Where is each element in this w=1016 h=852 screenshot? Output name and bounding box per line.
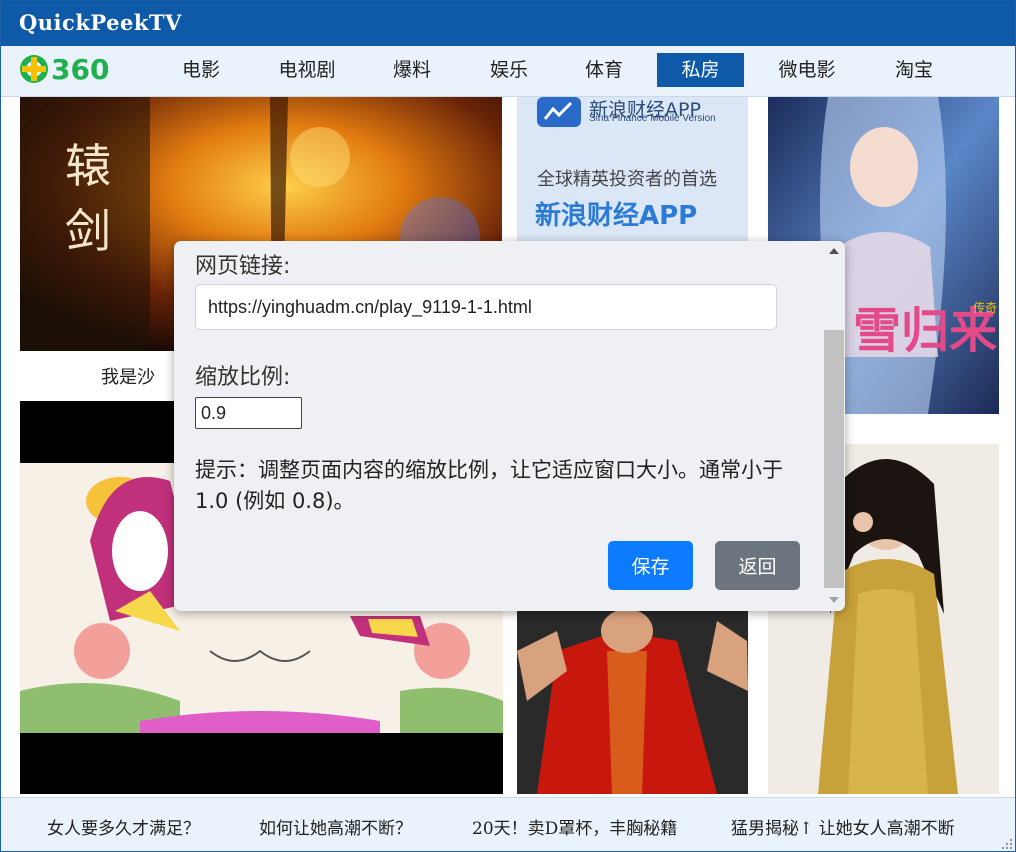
scroll-down-icon[interactable] [829,597,839,603]
scroll-thumb[interactable] [824,330,844,588]
logo-360-icon[interactable]: 360 [18,52,130,86]
nav-item-private[interactable]: 私房 [657,53,744,87]
scale-input[interactable] [195,397,302,429]
url-input[interactable] [195,284,777,330]
tile-sword-caption[interactable]: 我是沙 [101,363,155,389]
tile-athlete-photo[interactable] [517,611,748,794]
finance-subtitle: Sina Finance Mobile Version [589,113,716,124]
sina-finance-icon [537,97,581,127]
athlete-photo-image [517,611,748,794]
nav-item-news[interactable]: 爆料 [379,53,445,87]
scale-label: 缩放比例: [195,365,291,390]
footer-link-2[interactable]: 如何让她高潮不断？ [259,814,412,839]
nav-item-sports[interactable]: 体育 [571,53,637,87]
tile-finance-ad[interactable]: 新浪财经APP Sina Finance Mobile Version 全球精英… [517,97,748,242]
back-button[interactable]: 返回 [715,541,800,590]
resize-grip-icon[interactable] [1001,838,1013,850]
footer-links: 女人要多久才满足？ 如何让她高潮不断？ 20天！卖D罩杯，丰胸秘籍 猛男揭秘↑ … [1,797,1015,851]
nav-bar: 360 电影 电视剧 爆料 娱乐 体育 私房 微电影 淘宝 [1,46,1015,97]
finance-headline: 新浪财经APP [535,201,698,231]
url-label: 网页链接: [195,254,291,279]
svg-text:剑: 剑 [65,204,111,258]
svg-text:辕: 辕 [65,139,111,193]
title-bar[interactable]: QuickPeekTV [1,1,1015,46]
footer-link-3[interactable]: 20天！卖D罩杯，丰胸秘籍 [472,814,677,839]
finance-slogan: 全球精英投资者的首选 [537,169,717,190]
app-window: QuickPeekTV 360 电影 电视剧 爆料 娱乐 体育 私房 微电影 淘… [0,0,1016,852]
nav-item-movies[interactable]: 电影 [166,53,236,87]
logo-text: 360 [51,53,109,86]
settings-dialog: 网页链接: 缩放比例: 提示：调整页面内容的缩放比例，让它适应窗口大小。通常小于… [174,241,845,611]
nav-item-entertainment[interactable]: 娱乐 [476,53,542,87]
nav-item-tv-series[interactable]: 电视剧 [267,53,347,87]
footer-link-1[interactable]: 女人要多久才满足？ [47,814,200,839]
hint-text: 提示：调整页面内容的缩放比例，让它适应窗口大小。通常小于 1.0 (例如 0.8… [195,458,783,513]
nav-item-micro-film[interactable]: 微电影 [767,53,847,87]
nav-item-taobao[interactable]: 淘宝 [881,53,947,87]
dialog-scrollbar[interactable] [824,241,845,611]
anime-tag: 传奇 [973,300,997,315]
window-title: QuickPeekTV [19,10,182,35]
scroll-up-icon[interactable] [829,248,839,254]
save-button[interactable]: 保存 [608,541,693,590]
footer-link-4[interactable]: 猛男揭秘↑ 让她女人高潮不断 [731,814,955,839]
